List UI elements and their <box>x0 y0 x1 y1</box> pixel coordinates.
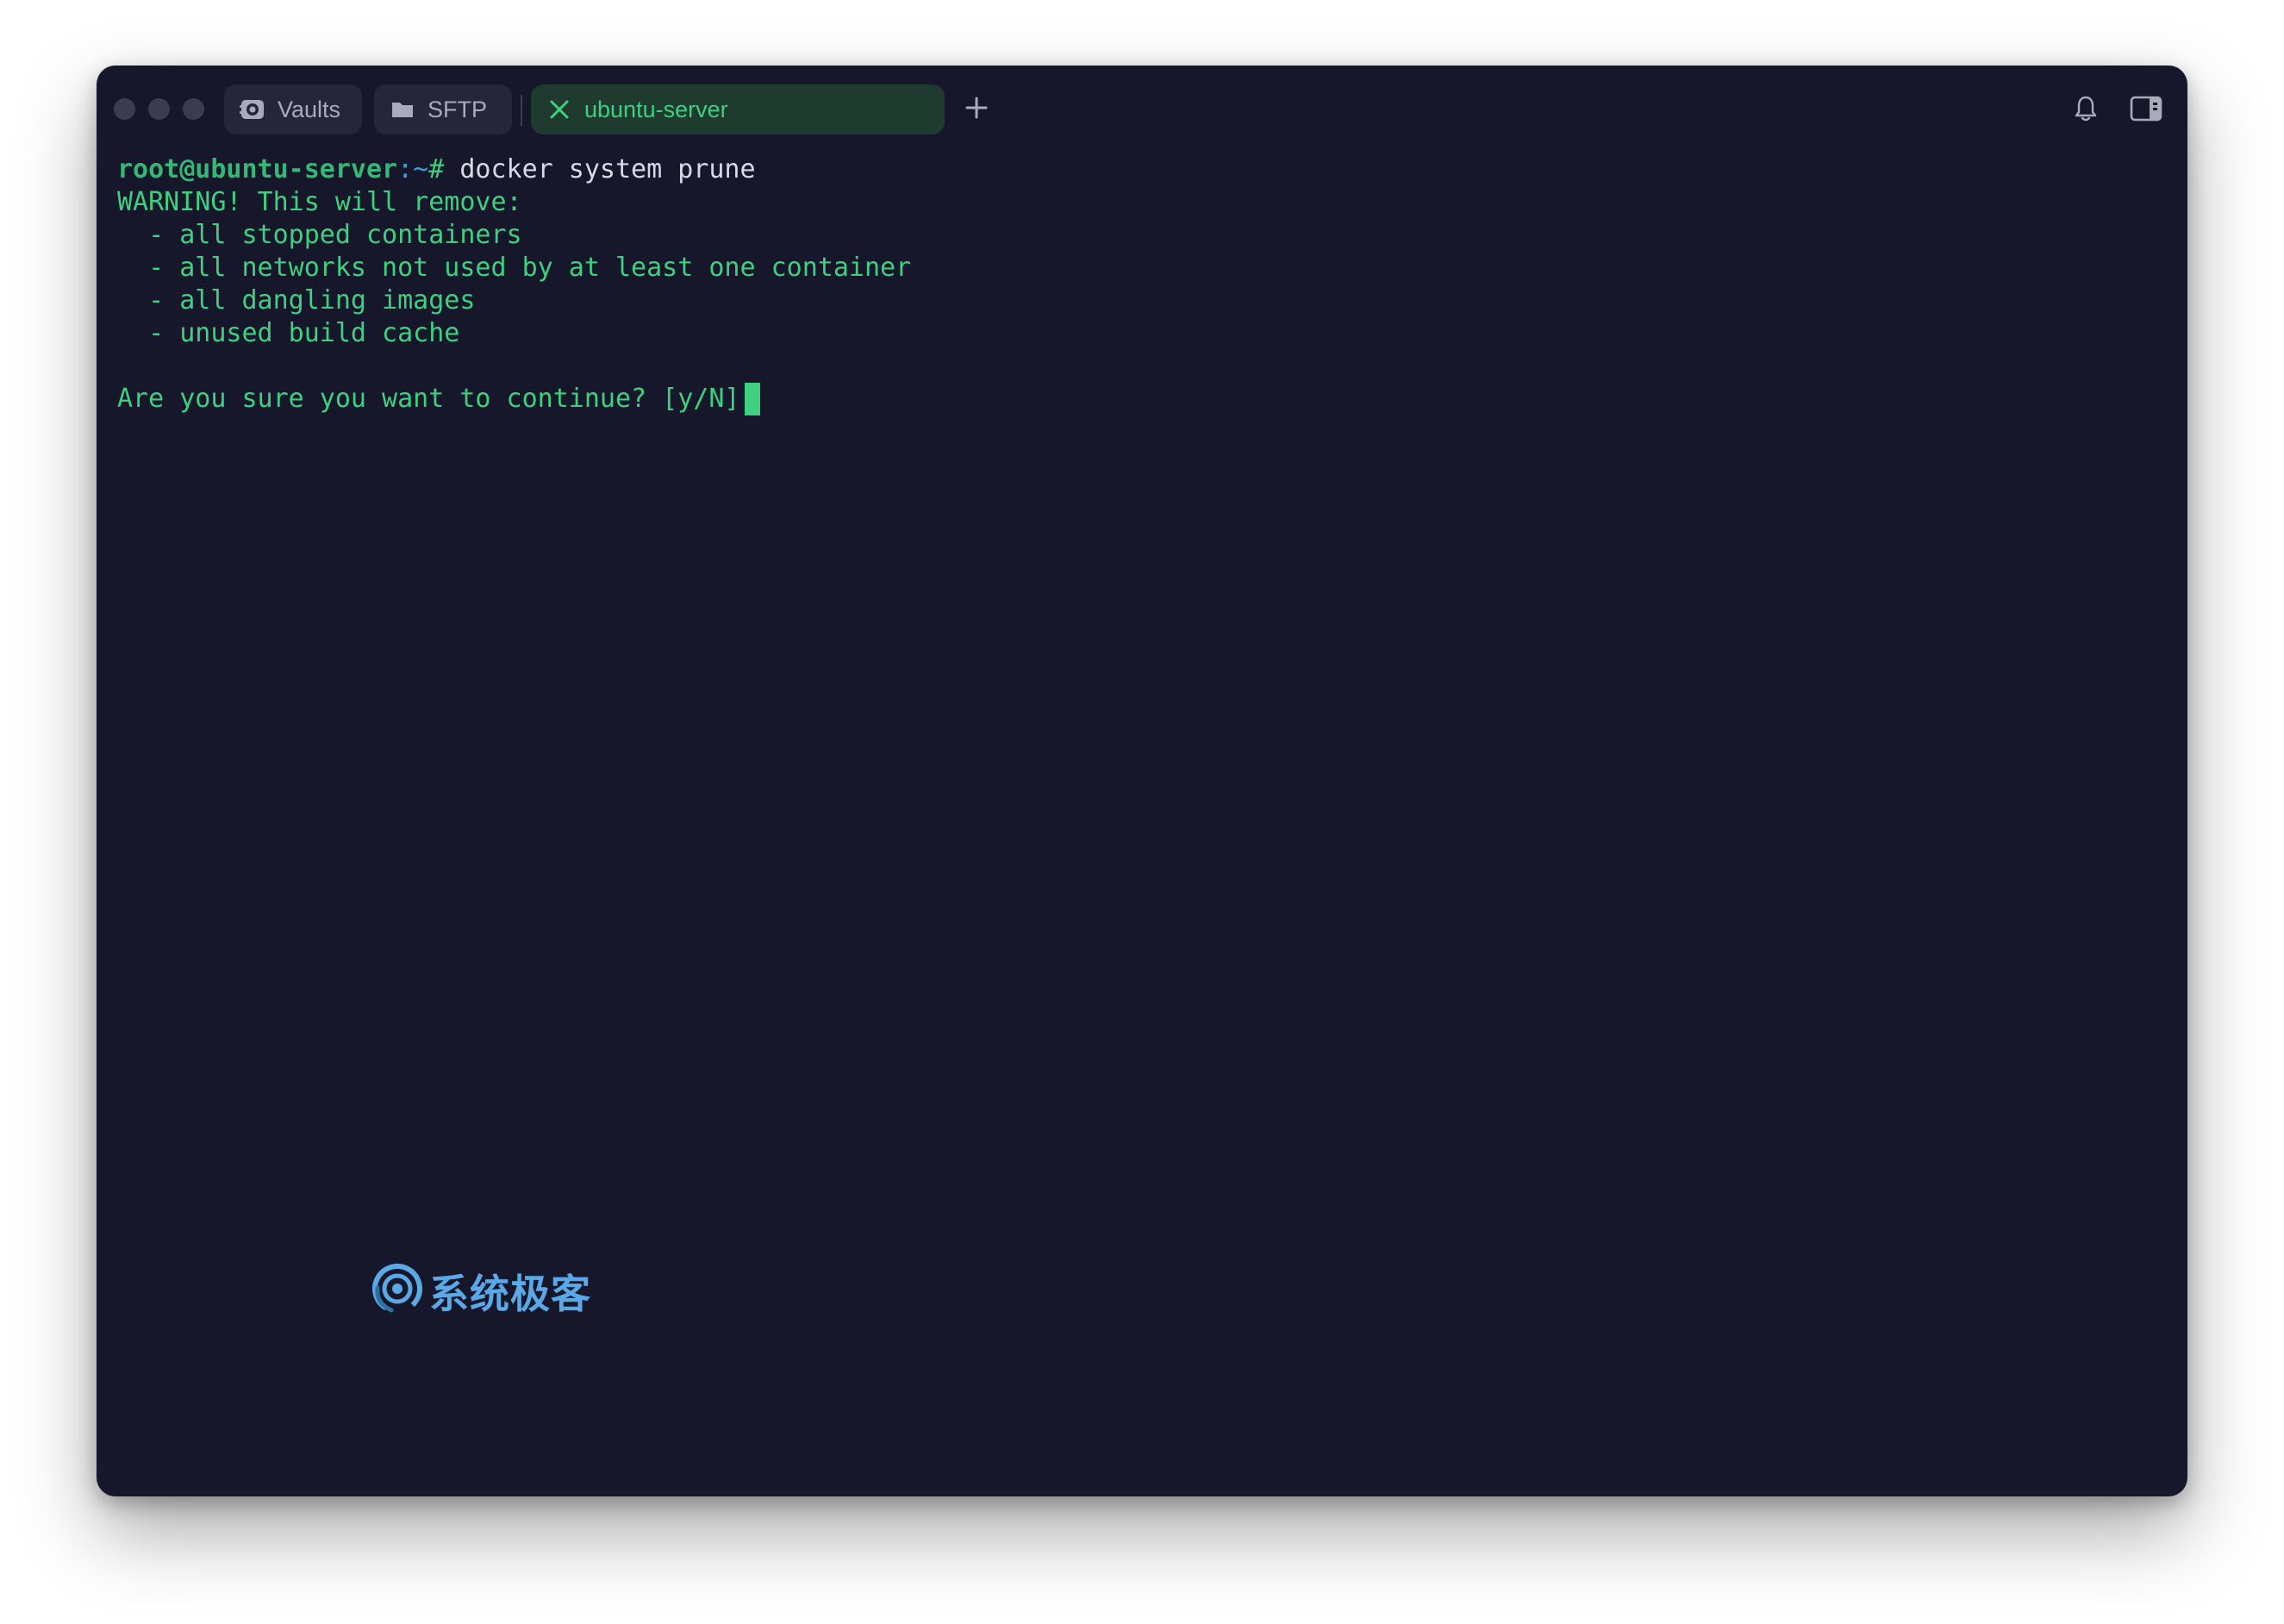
command-text: docker system prune <box>444 154 756 184</box>
tab-sftp-label: SFTP <box>427 96 488 122</box>
new-tab-button[interactable] <box>958 91 995 128</box>
sidebar-toggle-icon <box>2130 96 2162 126</box>
tab-vaults[interactable]: Vaults <box>224 84 362 134</box>
prompt-path: :~ <box>397 154 429 184</box>
output-line: - unused build cache <box>117 318 460 348</box>
prompt-line: root@ubuntu-server:~# docker system prun… <box>117 153 2167 186</box>
prompt-user: root@ubuntu-server <box>117 154 398 184</box>
watermark: 系统极客 <box>371 1262 591 1320</box>
tab-vaults-label: Vaults <box>278 96 341 122</box>
close-window-button[interactable] <box>114 98 135 120</box>
vault-icon <box>238 95 267 124</box>
folder-icon <box>388 95 417 124</box>
notifications-button[interactable] <box>2069 93 2103 128</box>
tab-ubuntu-server[interactable]: ubuntu-server <box>531 84 945 134</box>
terminal-cursor <box>745 383 761 415</box>
output-line: WARNING! This will remove: <box>117 187 522 217</box>
watermark-text: 系统极客 <box>429 1270 591 1317</box>
terminal-window: Vaults SFTP ubuntu-server root@ubuntu-se… <box>97 66 2187 1496</box>
output-line: - all networks not used by at least one … <box>117 253 912 283</box>
zoom-window-button[interactable] <box>183 98 204 120</box>
output-line: - all dangling images <box>117 285 476 315</box>
prompt-hash: # <box>428 154 445 184</box>
watermark-logo-icon <box>371 1262 424 1320</box>
confirm-line: Are you sure you want to continue? [y/N] <box>117 383 2167 415</box>
tab-ubuntu-server-label: ubuntu-server <box>584 96 728 122</box>
toggle-sidebar-button[interactable] <box>2127 93 2165 128</box>
confirm-prompt: Are you sure you want to continue? [y/N] <box>117 384 740 414</box>
title-bar: Vaults SFTP ubuntu-server <box>97 66 2187 155</box>
plus-icon <box>964 96 989 124</box>
output-line: - all stopped containers <box>117 220 522 250</box>
tab-divider <box>521 95 522 126</box>
tab-sftp[interactable]: SFTP <box>374 84 512 134</box>
close-icon[interactable] <box>545 95 574 124</box>
minimize-window-button[interactable] <box>148 98 170 120</box>
bell-icon <box>2073 95 2099 127</box>
